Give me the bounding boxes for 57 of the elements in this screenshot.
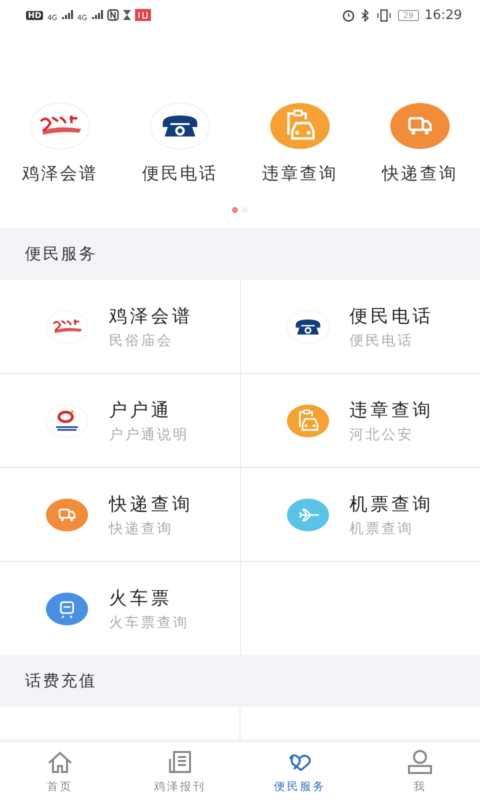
- service-subtitle: 火车票查询: [109, 614, 189, 632]
- nav-tab[interactable]: 鸡泽报刊: [120, 742, 240, 800]
- shortcut-label: 快递查询: [382, 163, 458, 185]
- shortcut-item[interactable]: 便民电话: [120, 102, 240, 185]
- hourglass-icon: [123, 10, 132, 20]
- service-subtitle: 民俗庙会: [109, 332, 174, 350]
- service-title: 便民电话: [350, 304, 434, 328]
- service-title: 快递查询: [109, 492, 193, 516]
- hd-badge: HD: [26, 10, 44, 20]
- service-item[interactable]: 鸡泽会谱 民俗庙会: [0, 280, 240, 373]
- shortcut-label: 便民电话: [142, 163, 218, 185]
- shortcut-item[interactable]: 违章查询: [240, 102, 360, 185]
- service-subtitle: 快递查询: [109, 520, 174, 538]
- service-item[interactable]: 快递查询 快递查询: [0, 468, 240, 561]
- battery-indicator: 29: [398, 10, 419, 20]
- service-item[interactable]: 违章查询 河北公安: [240, 374, 480, 467]
- train-icon: [45, 592, 89, 626]
- truck-icon: [45, 498, 89, 532]
- alarm-icon: [342, 8, 356, 22]
- service-subtitle: 河北公安: [350, 426, 414, 444]
- section-title: 话费充值: [24, 670, 98, 692]
- service-subtitle: 机票查询: [350, 520, 414, 538]
- nfc-icon: [107, 9, 120, 21]
- car-icon: [269, 102, 331, 150]
- shortcut-label: 违章查询: [262, 163, 338, 185]
- nav-tab[interactable]: 我: [360, 742, 480, 800]
- section-title: 便民服务: [24, 242, 98, 264]
- telephone-icon: [149, 102, 211, 150]
- newspaper-icon: [166, 748, 194, 776]
- truck-icon: [389, 102, 451, 150]
- shortcut-item[interactable]: 快递查询: [360, 102, 480, 185]
- service-subtitle: 便民电话: [350, 332, 414, 350]
- service-item[interactable]: 户户通 户户通说明: [0, 374, 240, 467]
- ring-logo-icon: [45, 404, 89, 438]
- app-notification-icon: [135, 9, 152, 21]
- service-item[interactable]: 机票查询 机票查询: [240, 468, 480, 561]
- service-title: 机票查询: [350, 492, 434, 516]
- service-title: 户户通: [109, 398, 173, 422]
- service-title: 违章查询: [350, 398, 434, 422]
- service-item[interactable]: 火车票 火车票查询: [0, 562, 240, 655]
- signal-icon: [61, 10, 74, 20]
- user-icon: [406, 748, 434, 776]
- vibrate-icon: [376, 8, 392, 22]
- service-title: 火车票: [109, 586, 173, 610]
- shortcut-label: 鸡泽会谱: [22, 163, 98, 185]
- telephone-icon: [286, 310, 330, 344]
- nav-tab[interactable]: 首页: [0, 742, 120, 800]
- car-icon: [286, 404, 330, 438]
- bluetooth-icon: [361, 8, 370, 22]
- signal-icon: [91, 10, 104, 20]
- clock-time: 16:29: [424, 8, 462, 22]
- airplane-icon: [286, 498, 330, 532]
- shortcut-item[interactable]: 鸡泽会谱: [0, 102, 120, 185]
- nav-tab[interactable]: 便民服务: [240, 742, 360, 800]
- service-title: 鸡泽会谱: [109, 304, 193, 328]
- service-item[interactable]: 便民电话 便民电话: [240, 280, 480, 373]
- service-subtitle: 户户通说明: [109, 426, 189, 444]
